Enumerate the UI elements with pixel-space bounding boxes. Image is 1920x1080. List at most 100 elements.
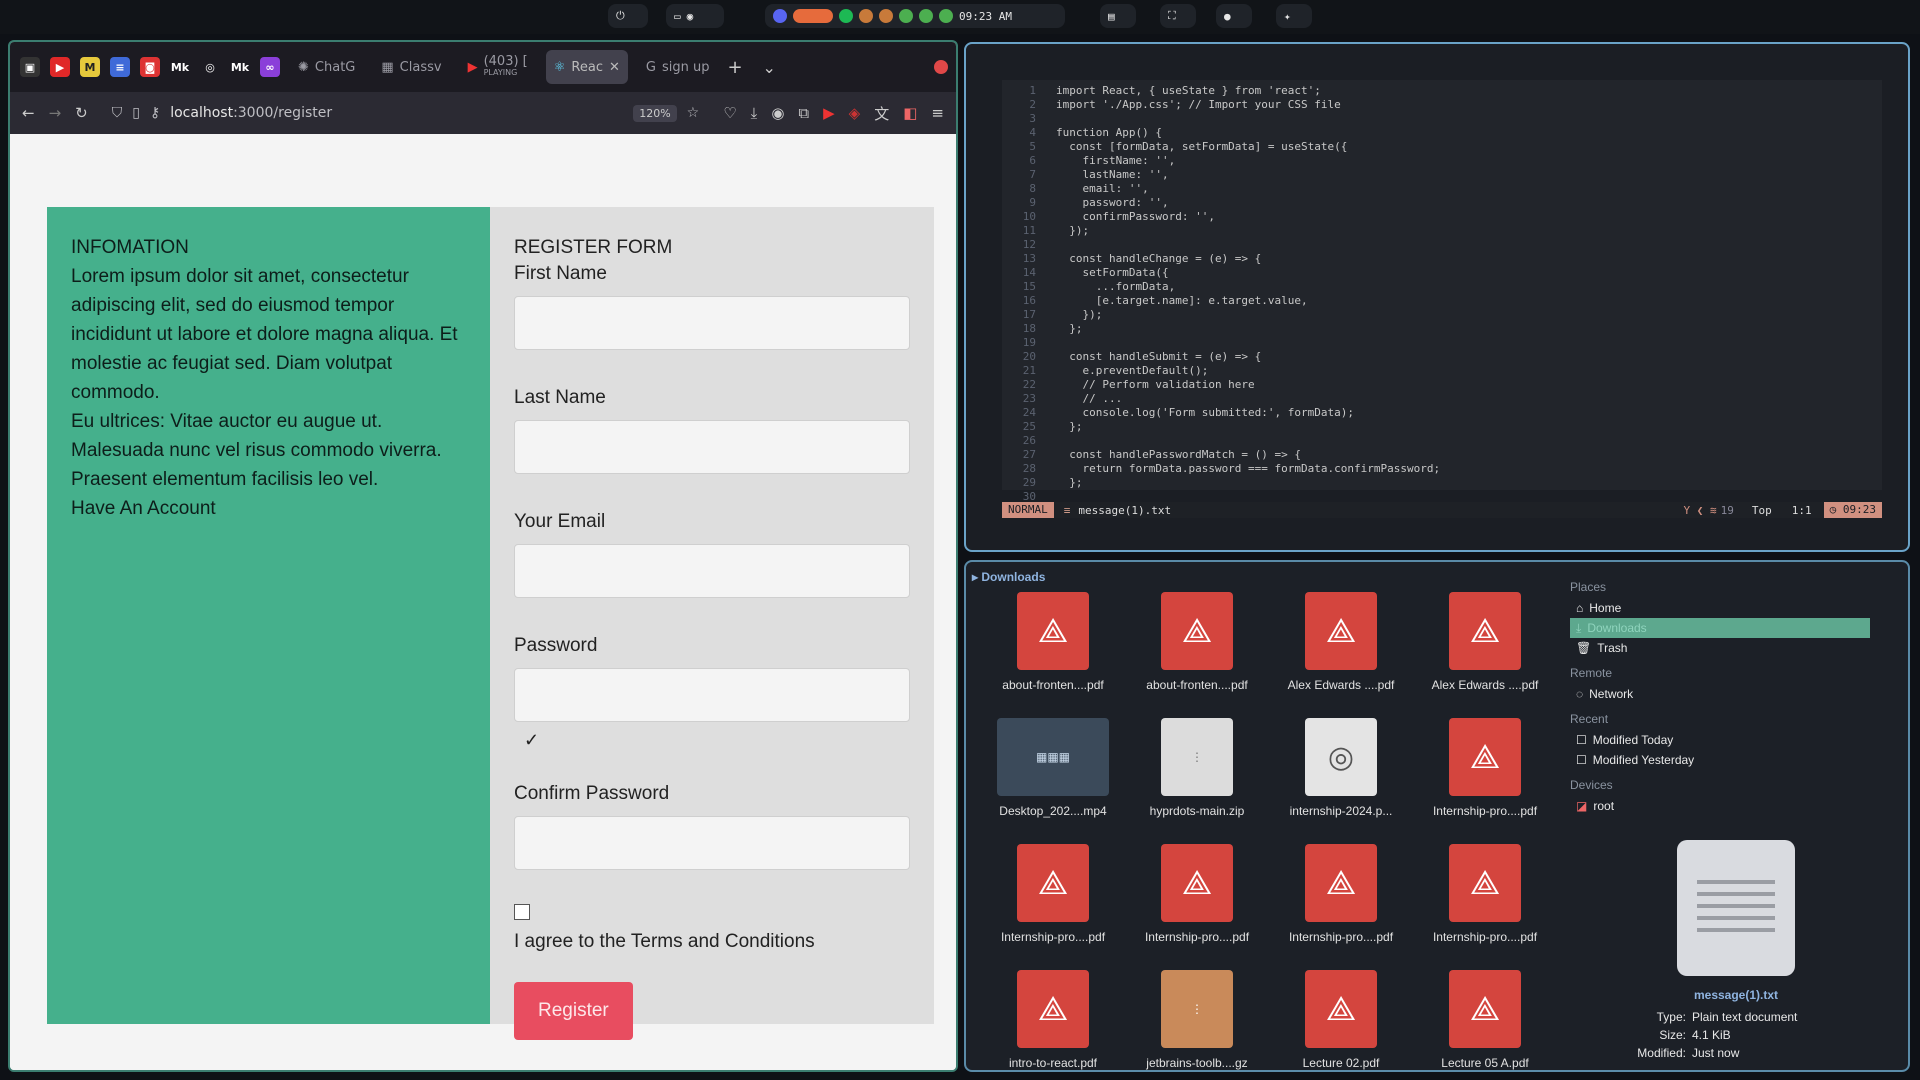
files-button[interactable]: ▤ (1100, 4, 1136, 28)
medium-pinned-tab[interactable]: Mk (230, 57, 250, 77)
key-icon[interactable]: ⚷ (150, 105, 160, 121)
globe-pinned-tab[interactable]: ◎ (200, 57, 220, 77)
spotify-app-icon[interactable] (839, 9, 853, 23)
extensions-icon[interactable]: ⧉ (798, 104, 809, 122)
bookmark-star-icon[interactable]: ☆ (687, 105, 700, 121)
file-name: Internship-pro....pdf (1432, 930, 1538, 944)
account-icon[interactable]: ◉ (771, 104, 784, 122)
file-name: Desktop_202....mp4 (999, 804, 1107, 818)
confirm-password-input[interactable] (514, 816, 910, 870)
line-number: 27 (1022, 448, 1036, 461)
back-icon[interactable]: ← (22, 104, 35, 122)
window-close-icon[interactable] (934, 60, 948, 74)
file-item[interactable]: ⟁ about-fronten....pdf (984, 592, 1122, 692)
shield-icon[interactable]: ⛉ (112, 105, 123, 121)
password-input[interactable] (514, 668, 910, 722)
reload-icon[interactable]: ↻ (75, 104, 88, 122)
email-input[interactable] (514, 544, 910, 598)
code-buffer[interactable]: 1 import React, { useState } from 'react'… (1002, 80, 1882, 503)
sidebar-item-network[interactable]: ◌ Network (1570, 684, 1870, 704)
tab-google[interactable]: Gsign up (638, 50, 718, 84)
close-tab-icon[interactable]: ✕ (609, 60, 620, 75)
youtube-pinned-tab[interactable]: ▶ (50, 57, 70, 77)
url-bar[interactable]: ⛉ ▯ ⚷ localhost:3000/register 120% ☆ (102, 98, 709, 128)
sidebar-item-home[interactable]: ⌂ Home (1570, 598, 1870, 618)
extension-icon[interactable]: ◧ (903, 104, 917, 122)
pinned-tab[interactable]: M (80, 57, 100, 77)
terms-label: I agree to the Terms and Conditions (514, 931, 815, 952)
firefox-app-icon[interactable] (793, 9, 833, 23)
sidebar-item-trash[interactable]: 🗑 Trash (1570, 638, 1870, 658)
file-item[interactable]: ⟁ Internship-pro....pdf (984, 844, 1122, 944)
app-icon[interactable] (879, 9, 893, 23)
docs-pinned-tab[interactable]: ≡ (110, 57, 130, 77)
tab-react[interactable]: ⚛ Reac ✕ (545, 50, 628, 84)
file-item[interactable]: ⋮ hyprdots-main.zip (1128, 718, 1266, 818)
file-item[interactable]: ⟁ about-fronten....pdf (1128, 592, 1266, 692)
translate-icon[interactable]: 文 (874, 103, 889, 124)
last-name-label: Last Name (514, 387, 606, 408)
youtube-icon: ▶ (467, 59, 478, 75)
notifications-button[interactable]: ● (1216, 4, 1252, 28)
launcher-pill[interactable]: ▭ ◉ (666, 4, 724, 28)
forward-icon[interactable]: → (49, 104, 62, 122)
sidebar-item-modified-today[interactable]: ☐ Modified Today (1570, 730, 1870, 750)
file-item[interactable]: ⟁ Internship-pro....pdf (1416, 844, 1554, 944)
sidebar-icon[interactable]: ▣ (20, 57, 40, 77)
pocket-icon[interactable]: ♡ (723, 104, 736, 122)
pdf-file-icon: ⟁ (1305, 844, 1377, 922)
file-item[interactable]: ⟁ Lecture 05 A.pdf (1416, 970, 1554, 1070)
file-item[interactable]: ◎ internship-2024.p... (1272, 718, 1410, 818)
app-icon[interactable] (859, 9, 873, 23)
file-item[interactable]: ⟁ Alex Edwards ....pdf (1272, 592, 1410, 692)
youtube-extension-icon[interactable]: ▶ (823, 104, 835, 122)
pinned-tab[interactable]: ◙ (140, 57, 160, 77)
pinned-tab[interactable]: ∞ (260, 57, 280, 77)
download-icon[interactable]: ⤓ (751, 104, 758, 122)
file-item[interactable]: ⟁ Alex Edwards ....pdf (1416, 592, 1554, 692)
screenshot-button[interactable]: ⛶ (1160, 4, 1196, 28)
discord-icon: ◉ (686, 9, 694, 23)
file-item[interactable]: ⟁ Internship-pro....pdf (1128, 844, 1266, 944)
terms-checkbox[interactable] (514, 904, 530, 920)
ublock-icon[interactable]: ◈ (849, 104, 861, 122)
file-item[interactable]: ⟁ Internship-pro....pdf (1416, 718, 1554, 818)
sidebar-item-root[interactable]: ◪ root (1570, 796, 1870, 816)
file-item[interactable]: ⟁ Lecture 02.pdf (1272, 970, 1410, 1070)
file-item[interactable]: ⟁ intro-to-react.pdf (984, 970, 1122, 1070)
line-number: 12 (1022, 238, 1036, 251)
zoom-badge[interactable]: 120% (633, 104, 677, 122)
power-button[interactable]: ⏻ (608, 4, 648, 28)
show-password-toggle[interactable]: ✓ (524, 730, 910, 754)
pdf-file-icon: ⟁ (1017, 844, 1089, 922)
last-name-input[interactable] (514, 420, 910, 474)
app-icon[interactable] (939, 9, 953, 23)
location-breadcrumb[interactable]: ▸ Downloads (972, 570, 1045, 584)
new-tab-icon[interactable]: + (727, 57, 742, 78)
medium-pinned-tab[interactable]: Mk (170, 57, 190, 77)
tab-classroom[interactable]: ▦ Classv (373, 50, 449, 84)
file-item[interactable]: ⟁ Internship-pro....pdf (1272, 844, 1410, 944)
first-name-input[interactable] (514, 296, 910, 350)
file-item[interactable]: ▦▦▦ Desktop_202....mp4 (984, 718, 1122, 818)
menu-icon[interactable]: ≡ (931, 104, 944, 122)
trash-icon: 🗑 (1576, 641, 1592, 655)
discord-app-icon[interactable] (773, 9, 787, 23)
tab-list-chevron-icon[interactable]: ⌄ (763, 58, 776, 77)
archive-file-icon: ⋮ (1161, 970, 1233, 1048)
have-account-link[interactable]: Have An Account (71, 494, 466, 523)
settings-button[interactable]: ✦ (1276, 4, 1312, 28)
sidebar-item-modified-yesterday[interactable]: ☐ Modified Yesterday (1570, 750, 1870, 770)
line-number: 15 (1022, 280, 1036, 293)
file-item[interactable]: ⋮ jetbrains-toolb....gz (1128, 970, 1266, 1070)
branch-count: 19 (1720, 503, 1734, 517)
register-button[interactable]: Register (514, 982, 633, 1040)
code-line: console.log('Form submitted:', formData)… (1056, 406, 1355, 419)
sidebar-item-downloads[interactable]: ⤓ Downloads (1570, 618, 1870, 638)
tab-youtube[interactable]: ▶ (403) [PLAYING (460, 50, 536, 84)
app-icon[interactable] (919, 9, 933, 23)
tab-chatgpt[interactable]: ✺ ChatG (290, 50, 363, 84)
caret-icon: ▸ (972, 570, 982, 584)
app-icon[interactable] (899, 9, 913, 23)
register-form: REGISTER FORM First Name Last Name Your … (490, 207, 934, 1040)
